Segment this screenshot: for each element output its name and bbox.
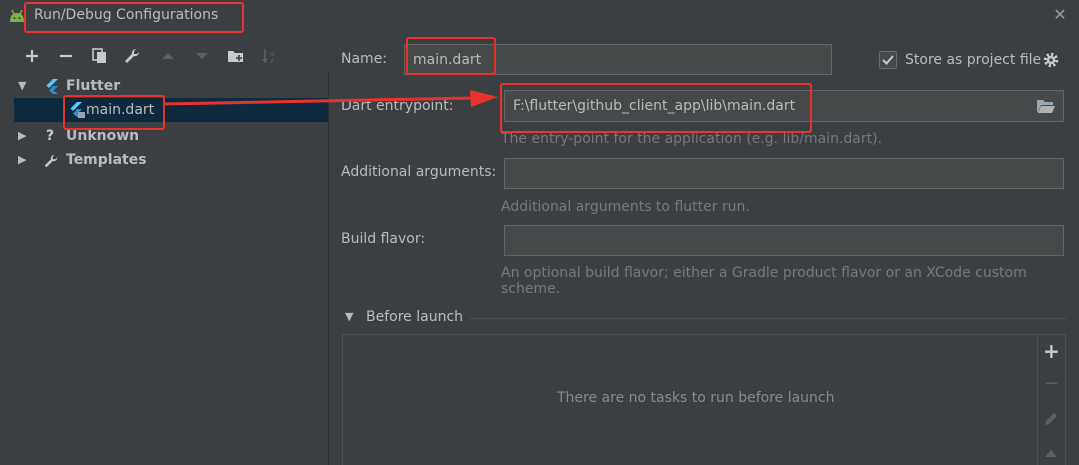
- gear-icon[interactable]: [1042, 51, 1060, 69]
- store-checkbox[interactable]: [879, 51, 897, 69]
- question-icon: ?: [46, 128, 55, 144]
- remove-icon[interactable]: −: [1044, 373, 1059, 394]
- annotation-box-tree-item: [63, 95, 165, 130]
- copy-icon[interactable]: [90, 46, 110, 66]
- config-tree: ▼ Flutter main.dart ▶ ? Unknown ▶ Templa…: [14, 72, 329, 465]
- sort-icon[interactable]: a z: [260, 46, 280, 66]
- store-label: Store as project file: [905, 52, 1042, 68]
- close-button[interactable]: ✕: [1050, 5, 1070, 25]
- entry-hint: The entry-point for the application (e.g…: [501, 131, 883, 147]
- annotation-box-entrypoint: [500, 83, 812, 133]
- tree-item-templates[interactable]: ▶ Templates: [14, 148, 328, 172]
- before-launch-toolbar: + −: [1038, 334, 1066, 465]
- args-hint: Additional arguments to flutter run.: [501, 199, 750, 215]
- caret-down-icon[interactable]: ▼: [345, 310, 353, 323]
- name-label: Name:: [341, 51, 388, 67]
- annotation-box-title: [24, 2, 244, 33]
- caret-down-icon[interactable]: ▼: [18, 74, 26, 98]
- args-input[interactable]: [504, 158, 1064, 189]
- flavor-input[interactable]: [504, 225, 1064, 256]
- move-down-icon[interactable]: [192, 46, 212, 66]
- caret-right-icon[interactable]: ▶: [18, 148, 26, 172]
- wrench-icon[interactable]: [122, 46, 142, 66]
- tree-item-label: Templates: [66, 152, 147, 168]
- caret-right-icon[interactable]: ▶: [18, 124, 26, 148]
- flutter-icon: [46, 79, 58, 94]
- wrench-icon: [44, 154, 58, 168]
- annotation-box-name: [406, 37, 496, 75]
- add-icon[interactable]: +: [1043, 339, 1060, 363]
- flavor-hint: An optional build flavor; either a Gradl…: [501, 265, 1027, 297]
- empty-message: There are no tasks to run before launch: [557, 390, 835, 406]
- move-up-icon[interactable]: [158, 46, 178, 66]
- before-launch-list: There are no tasks to run before launch: [342, 334, 1038, 465]
- before-launch-title[interactable]: Before launch: [366, 309, 463, 325]
- folder-add-icon[interactable]: [226, 46, 246, 66]
- config-toolbar: a z: [18, 44, 308, 68]
- move-up-icon[interactable]: [1043, 447, 1059, 459]
- add-icon[interactable]: [22, 46, 42, 66]
- section-divider: [470, 318, 1066, 319]
- tree-item-unknown[interactable]: ▶ ? Unknown: [14, 124, 328, 148]
- remove-icon[interactable]: [56, 46, 76, 66]
- annotation-arrow: [163, 90, 498, 107]
- folder-browse-icon[interactable]: [1036, 97, 1056, 115]
- flavor-label: Build flavor:: [341, 231, 426, 247]
- args-label: Additional arguments:: [341, 164, 497, 180]
- edit-icon[interactable]: [1043, 411, 1059, 427]
- svg-text:z: z: [270, 57, 274, 65]
